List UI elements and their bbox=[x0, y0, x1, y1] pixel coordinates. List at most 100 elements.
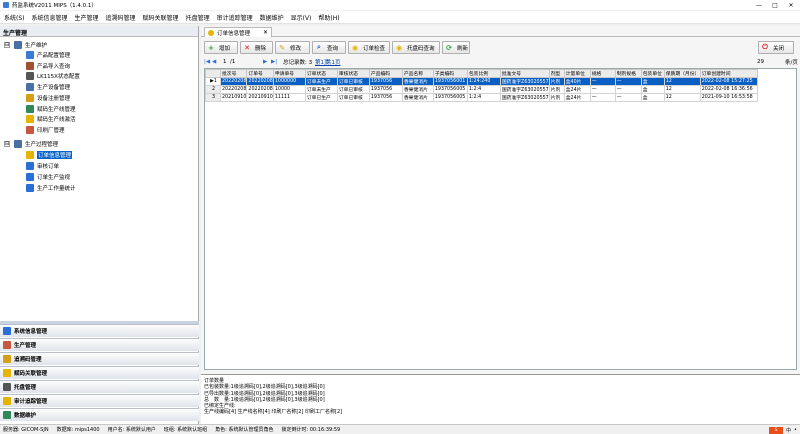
total-pages-link[interactable]: 共1页 bbox=[326, 57, 341, 67]
table-cell[interactable]: — bbox=[614, 77, 642, 86]
column-header-2[interactable]: 订单号 bbox=[246, 69, 274, 78]
menu-item-6[interactable]: 审计追踪管理 bbox=[217, 13, 253, 22]
row-header[interactable]: ▶1 bbox=[205, 77, 221, 86]
table-cell[interactable]: 香果健消片 bbox=[401, 93, 434, 102]
edit-button[interactable]: ✎ 修改 bbox=[275, 41, 310, 54]
menu-item-0[interactable]: 系统(S) bbox=[4, 13, 25, 22]
row-header[interactable]: 2 bbox=[205, 85, 221, 94]
table-cell[interactable]: 1937056001 bbox=[432, 77, 468, 86]
refresh-button[interactable]: ⟳ 刷新 bbox=[442, 41, 470, 54]
table-cell[interactable]: 1937056 bbox=[368, 77, 403, 86]
table-cell[interactable]: 1:2:4 bbox=[466, 85, 501, 94]
prev-page-button[interactable]: ◀ bbox=[212, 57, 216, 67]
column-header-6[interactable]: 产品编码 bbox=[368, 69, 403, 78]
query-button[interactable]: ⌕ 查询 bbox=[312, 41, 346, 54]
column-header-15[interactable]: 包装单位 bbox=[640, 69, 665, 78]
next-page-button[interactable]: ▶ bbox=[263, 57, 267, 67]
minimize-button[interactable]: — bbox=[752, 0, 766, 10]
table-row[interactable]: 2 20220208 20220208 10000 订单未生产 订单已审核 1937056 香… bbox=[205, 85, 758, 94]
table-cell[interactable]: 盒 bbox=[640, 93, 665, 102]
expander-production-process[interactable]: ⊟ bbox=[4, 141, 10, 147]
nav-bar-5[interactable]: 审计追踪管理 bbox=[0, 394, 199, 407]
table-cell[interactable]: 片剂 bbox=[548, 93, 565, 102]
nav-bar-0[interactable]: 系统信息管理 bbox=[0, 324, 199, 337]
tree-item-5[interactable]: 赋码生产线管理 bbox=[26, 104, 76, 114]
column-header-8[interactable]: 子类编码 bbox=[432, 69, 468, 78]
column-header-11[interactable]: 剂型 bbox=[548, 69, 565, 78]
nav-bar-3[interactable]: 赋码关联管理 bbox=[0, 366, 199, 379]
table-cell[interactable]: 20210910 bbox=[219, 93, 248, 102]
table-row[interactable]: ▶1 20220208 20220208 1000000 订单未生产 订单已审核 19370… bbox=[205, 77, 758, 86]
tree-item2-3[interactable]: 生产工作量统计 bbox=[26, 183, 76, 193]
menu-item-9[interactable]: 帮助(H) bbox=[318, 13, 339, 22]
table-cell[interactable]: 20210910 bbox=[246, 93, 274, 102]
table-cell[interactable]: 2022-02-08 15:27:25 bbox=[699, 77, 758, 86]
menu-item-7[interactable]: 数据维护 bbox=[260, 13, 284, 22]
column-header-5[interactable]: 审核状态 bbox=[336, 69, 370, 78]
nav-bar-4[interactable]: 托盘管理 bbox=[0, 380, 199, 393]
menu-item-1[interactable]: 系统信息管理 bbox=[32, 13, 68, 22]
table-cell[interactable]: 2021-09-10 16:53:58 bbox=[699, 93, 758, 102]
column-header-9[interactable]: 包装比例 bbox=[466, 69, 501, 78]
tree-item2-1[interactable]: 审核订单 bbox=[26, 161, 59, 171]
table-cell[interactable]: 盒24片 bbox=[563, 85, 591, 94]
delete-button[interactable]: ✕ 删除 bbox=[240, 41, 273, 54]
add-button[interactable]: + 增加 bbox=[204, 41, 238, 54]
table-cell[interactable]: 10000 bbox=[272, 85, 306, 94]
table-cell[interactable]: 2022-02-08 16:36:56 bbox=[699, 85, 758, 94]
table-cell[interactable]: 1937056 bbox=[368, 93, 403, 102]
table-cell[interactable]: 盒 bbox=[640, 77, 665, 86]
tree-item2-2[interactable]: 订单生产监视 bbox=[26, 172, 70, 182]
ime-lang[interactable]: 中 bbox=[786, 427, 791, 434]
column-header-10[interactable]: 批准文号 bbox=[499, 69, 550, 78]
menu-item-5[interactable]: 托盘管理 bbox=[186, 13, 210, 22]
table-cell[interactable]: — bbox=[614, 93, 642, 102]
column-header-0[interactable] bbox=[205, 69, 221, 78]
nav-bar-6[interactable]: 数据维护 bbox=[0, 408, 199, 421]
table-cell[interactable]: — bbox=[589, 93, 616, 102]
nav-bar-1[interactable]: 生产管理 bbox=[0, 338, 199, 351]
table-cell[interactable]: 订单未生产 bbox=[304, 85, 338, 94]
menu-item-3[interactable]: 追溯码管理 bbox=[106, 13, 136, 22]
table-cell[interactable]: 订单已生产 bbox=[304, 93, 338, 102]
table-cell[interactable]: 12 bbox=[663, 85, 701, 94]
table-cell[interactable]: 1:2:4 bbox=[466, 93, 501, 102]
table-row[interactable]: 3 20210910 20210910 11111 订单已生产 订单已审核 1937056 香… bbox=[205, 93, 758, 102]
table-cell[interactable]: 1:24:240 bbox=[466, 77, 501, 86]
maximize-button[interactable]: □ bbox=[768, 0, 782, 10]
tree-group-production-process[interactable]: 生产过程管理 bbox=[14, 139, 58, 149]
table-cell[interactable]: 12 bbox=[663, 77, 701, 86]
table-cell[interactable]: 盒 bbox=[640, 85, 665, 94]
column-header-1[interactable]: 批次号 bbox=[219, 69, 248, 78]
pallet-query-button[interactable]: ◉ 托盘码查询 bbox=[392, 41, 440, 54]
table-cell[interactable]: 片剂 bbox=[548, 77, 565, 86]
tab-close-icon[interactable]: ✕ bbox=[263, 29, 268, 36]
page-number-input[interactable]: 1 bbox=[223, 57, 227, 67]
ime-icon[interactable]: S bbox=[769, 426, 784, 434]
column-header-17[interactable]: 订单创建时间 bbox=[699, 69, 758, 78]
table-cell[interactable]: 国药准字Z63020557 bbox=[499, 77, 550, 86]
column-header-14[interactable]: 制剂规格 bbox=[614, 69, 642, 78]
table-cell[interactable]: 订单已审核 bbox=[336, 77, 370, 86]
table-cell[interactable]: 片剂 bbox=[548, 85, 565, 94]
tree-item-2[interactable]: LK115X状态配置 bbox=[26, 71, 80, 81]
menu-item-8[interactable]: 显示(V) bbox=[291, 13, 312, 22]
expander-production-maintenance[interactable]: ⊟ bbox=[4, 42, 10, 48]
tree-item-0[interactable]: 产品配置管理 bbox=[26, 50, 70, 60]
tree-item-4[interactable]: 设备注册管理 bbox=[26, 93, 70, 103]
table-cell[interactable]: — bbox=[589, 77, 616, 86]
order-check-button[interactable]: ◉ 订单检查 bbox=[348, 41, 390, 54]
table-cell[interactable]: 订单已审核 bbox=[336, 85, 370, 94]
table-cell[interactable]: 20220208 bbox=[219, 77, 248, 86]
close-page-button[interactable]: ⏻ 关闭 bbox=[758, 41, 794, 54]
table-cell[interactable]: — bbox=[614, 85, 642, 94]
table-cell[interactable]: 1937056 bbox=[368, 85, 403, 94]
table-cell[interactable]: 国药准字Z63020557 bbox=[499, 93, 550, 102]
table-cell[interactable]: 12 bbox=[663, 93, 701, 102]
table-cell[interactable]: — bbox=[589, 85, 616, 94]
table-cell[interactable]: 订单已审核 bbox=[336, 93, 370, 102]
table-cell[interactable]: 20220208 bbox=[246, 85, 274, 94]
table-cell[interactable]: 1937056005 bbox=[432, 85, 468, 94]
column-header-12[interactable]: 计量单位 bbox=[563, 69, 591, 78]
tree-item-3[interactable]: 生产设备管理 bbox=[26, 82, 70, 92]
